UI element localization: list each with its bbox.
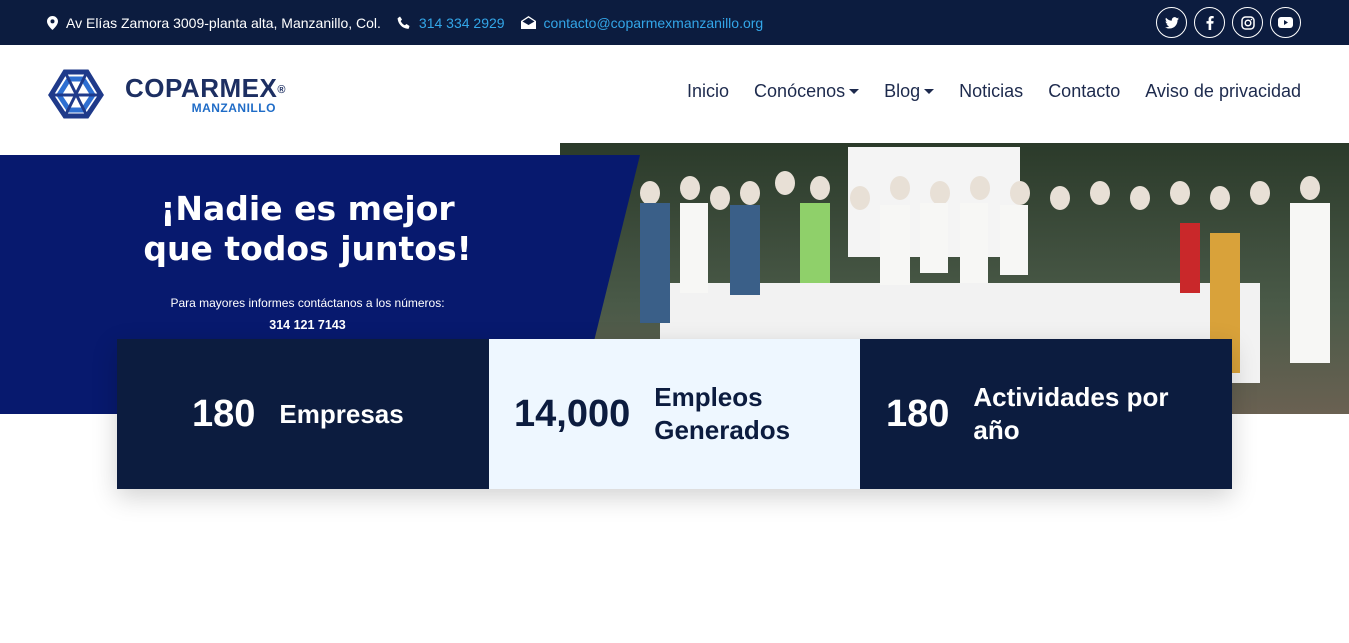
instagram-icon (1240, 15, 1255, 30)
stat-number: 14,000 (514, 392, 631, 435)
stat-empleos: 14,000 Empleos Generados (489, 339, 860, 489)
stat-label: Empresas (279, 398, 404, 429)
stat-label: Empleos Generados (654, 382, 791, 445)
map-pin-icon (47, 15, 58, 30)
nav-contacto[interactable]: Contacto (1048, 81, 1120, 102)
main-nav: Inicio Conócenos Blog Noticias Contacto … (662, 81, 1301, 102)
stat-actividades: 180 Actividades por año (860, 339, 1232, 489)
hero-title-line2: que todos juntos! (143, 229, 472, 268)
stats-bar: 180 Empresas 14,000 Empleos Generados 180… (117, 339, 1232, 489)
facebook-button[interactable] (1194, 7, 1225, 38)
top-bar: Av Elías Zamora 3009-planta alta, Manzan… (0, 0, 1349, 45)
address-item: Av Elías Zamora 3009-planta alta, Manzan… (47, 15, 381, 31)
stat-number: 180 (192, 392, 256, 435)
facebook-icon (1206, 15, 1214, 30)
stat-empresas: 180 Empresas (117, 339, 489, 489)
caret-down-icon (924, 89, 935, 94)
hero-title: ¡Nadie es mejor que todos juntos! (100, 189, 515, 269)
nav-noticias[interactable]: Noticias (959, 81, 1023, 102)
social-links (1149, 7, 1301, 38)
twitter-icon (1164, 16, 1179, 29)
email-item[interactable]: contacto@coparmexmanzanillo.org (520, 15, 764, 31)
site-header: COPARMEX® MANZANILLO Inicio Conócenos Bl… (0, 45, 1349, 143)
envelope-open-icon (520, 16, 536, 29)
nav-inicio[interactable]: Inicio (687, 81, 729, 102)
phone-item[interactable]: 314 334 2929 (397, 15, 505, 31)
youtube-button[interactable] (1270, 7, 1301, 38)
hero-title-line1: ¡Nadie es mejor (160, 189, 455, 228)
phone-link[interactable]: 314 334 2929 (419, 15, 505, 31)
instagram-button[interactable] (1232, 7, 1263, 38)
stat-label: Actividades por año (973, 382, 1169, 445)
contact-info: Av Elías Zamora 3009-planta alta, Manzan… (47, 15, 779, 31)
coparmex-logo[interactable]: COPARMEX® MANZANILLO (47, 68, 286, 120)
youtube-icon (1278, 17, 1293, 28)
logo-subtitle: MANZANILLO (191, 100, 276, 115)
email-link[interactable]: contacto@coparmexmanzanillo.org (544, 15, 764, 31)
nav-conocenos[interactable]: Conócenos (754, 81, 860, 102)
stat-number: 180 (886, 392, 950, 435)
nav-aviso-privacidad[interactable]: Aviso de privacidad (1145, 81, 1301, 102)
coparmex-logo-mark-icon (48, 69, 104, 119)
phone-icon (397, 16, 410, 29)
nav-blog[interactable]: Blog (884, 81, 935, 102)
address-text: Av Elías Zamora 3009-planta alta, Manzan… (66, 14, 381, 31)
logo-name: COPARMEX® (125, 72, 286, 103)
hero-info-text: Para mayores informes contáctanos a los … (170, 296, 445, 310)
hero-phone-1[interactable]: 314 121 7143 (140, 318, 475, 332)
logo-text: COPARMEX® MANZANILLO (125, 74, 286, 115)
caret-down-icon (849, 89, 860, 94)
twitter-button[interactable] (1156, 7, 1187, 38)
